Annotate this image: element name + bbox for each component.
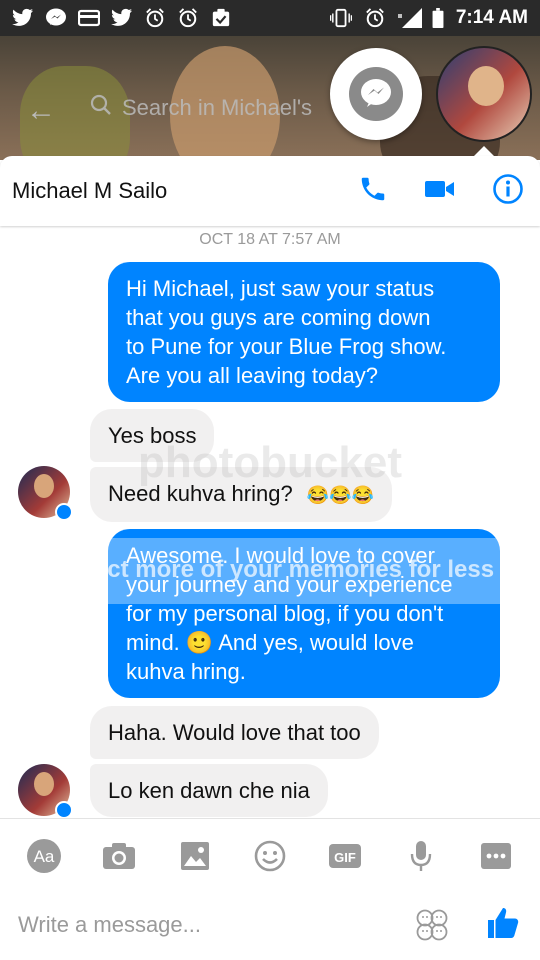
messenger-badge-icon bbox=[55, 503, 73, 521]
card-icon bbox=[77, 8, 101, 28]
battery-icon bbox=[432, 8, 444, 29]
task-icon bbox=[210, 8, 232, 28]
thumbs-up-icon[interactable] bbox=[482, 901, 524, 945]
search-icon bbox=[90, 94, 112, 122]
info-icon[interactable] bbox=[492, 173, 524, 210]
messenger-icon bbox=[349, 67, 403, 121]
clock: 7:14 AM bbox=[455, 7, 528, 28]
messenger-badge-icon bbox=[55, 801, 73, 818]
background-search: Search in Michael's bbox=[90, 94, 312, 122]
contact-avatar[interactable] bbox=[18, 466, 73, 521]
notification-icons bbox=[12, 8, 232, 28]
gif-label: GIF bbox=[335, 850, 357, 865]
incoming-message[interactable]: Haha. Would love that too bbox=[90, 706, 379, 759]
incoming-message[interactable]: Lo ken dawn che nia bbox=[90, 764, 328, 817]
outgoing-message[interactable]: Hi Michael, just saw your status that yo… bbox=[108, 262, 500, 402]
phone-call-icon[interactable] bbox=[358, 174, 388, 209]
back-arrow-icon: ← bbox=[26, 94, 56, 127]
messenger-chathead[interactable] bbox=[330, 48, 422, 140]
video-call-icon[interactable] bbox=[424, 177, 456, 206]
contact-chathead-avatar[interactable] bbox=[436, 46, 532, 142]
laughing-emoji: 😂😂😂 bbox=[306, 485, 375, 505]
signal-icon bbox=[398, 8, 422, 28]
emoji-icon[interactable] bbox=[250, 838, 290, 874]
incoming-message[interactable]: Yes boss bbox=[90, 409, 215, 462]
message-input[interactable] bbox=[18, 905, 398, 945]
sticker-icon[interactable] bbox=[412, 905, 452, 945]
gif-icon[interactable]: GIF bbox=[325, 838, 365, 874]
alarm-icon bbox=[144, 8, 166, 28]
twitter-icon bbox=[111, 8, 133, 28]
text-size-label: Aa bbox=[33, 847, 54, 866]
status-bar: 7:14 AM bbox=[0, 0, 540, 36]
watermark-band bbox=[0, 538, 540, 604]
composer: Aa GIF bbox=[0, 818, 540, 960]
alarm-icon bbox=[177, 8, 199, 28]
contact-name[interactable]: Michael M Sailo bbox=[12, 178, 167, 204]
alarm-icon bbox=[364, 8, 386, 28]
camera-icon[interactable] bbox=[99, 838, 139, 874]
vibrate-icon bbox=[329, 8, 353, 28]
microphone-icon[interactable] bbox=[401, 838, 441, 874]
twitter-icon bbox=[12, 8, 34, 28]
header-actions bbox=[358, 173, 528, 210]
system-icons: 7:14 AM bbox=[329, 7, 528, 29]
message-list[interactable]: OCT 18 AT 7:57 AM Hi Michael, just saw y… bbox=[0, 226, 540, 818]
composer-toolbar: Aa GIF bbox=[0, 833, 540, 879]
more-icon[interactable] bbox=[476, 838, 516, 874]
timestamp: OCT 18 AT 7:57 AM bbox=[199, 231, 341, 248]
search-placeholder: Search in Michael's bbox=[122, 95, 313, 120]
incoming-message[interactable]: Need kuhva hring? 😂😂😂 bbox=[90, 467, 393, 522]
contact-avatar[interactable] bbox=[18, 764, 73, 818]
conversation-header: Michael M Sailo bbox=[0, 156, 540, 226]
text-size-icon[interactable]: Aa bbox=[24, 838, 64, 874]
messenger-icon bbox=[45, 8, 67, 28]
gallery-icon[interactable] bbox=[175, 838, 215, 874]
